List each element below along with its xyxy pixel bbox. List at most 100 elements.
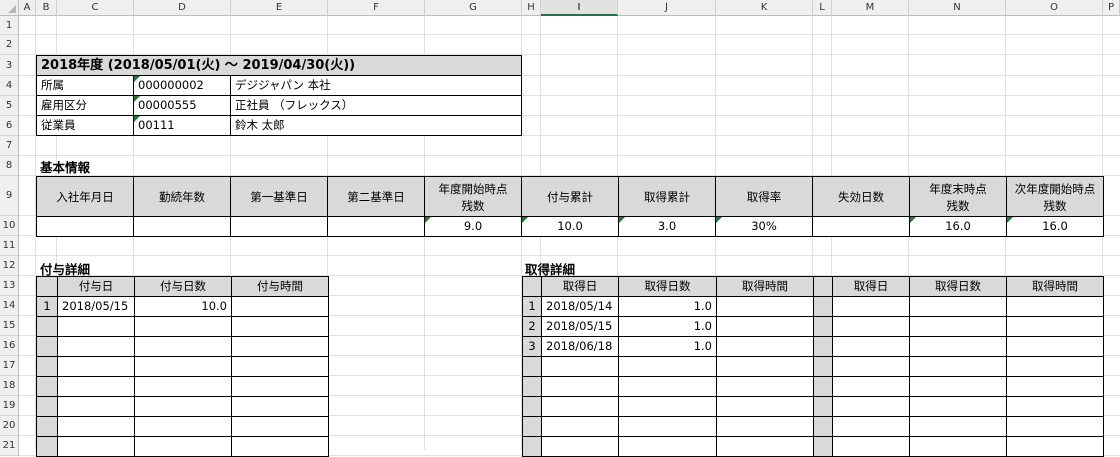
acquisition2-cell-days[interactable] — [909, 316, 1007, 337]
row-header-8[interactable]: 8 — [0, 156, 19, 176]
acquisition-cell-date[interactable]: 2018/06/18 — [541, 336, 619, 357]
row-header-11[interactable]: 11 — [0, 236, 19, 256]
period-value[interactable]: デジジャパン 本社 — [230, 75, 522, 96]
period-code[interactable]: 000000002 — [133, 75, 231, 96]
basic-info-value[interactable]: 16.0 — [1006, 216, 1104, 237]
acquisition2-cell-time[interactable] — [1006, 316, 1104, 337]
row-header-7[interactable]: 7 — [0, 136, 19, 156]
acquisition-cell-date[interactable] — [541, 356, 619, 377]
row-header-9[interactable]: 9 — [0, 176, 19, 216]
period-value[interactable]: 正社員 （フレックス） — [230, 95, 522, 116]
grant-cell-time[interactable] — [231, 356, 329, 377]
grant-cell-time[interactable] — [231, 296, 329, 317]
basic-info-value[interactable]: 16.0 — [909, 216, 1007, 237]
basic-info-value[interactable]: 30% — [715, 216, 813, 237]
acquisition-cell-date[interactable] — [541, 376, 619, 397]
select-all-corner[interactable] — [0, 0, 19, 16]
acquisition2-cell-date[interactable] — [832, 396, 910, 417]
basic-info-value[interactable] — [812, 216, 910, 237]
grant-cell-days[interactable] — [134, 436, 232, 457]
column-header-C[interactable]: C — [57, 0, 134, 16]
grant-cell-time[interactable] — [231, 316, 329, 337]
row-header-10[interactable]: 10 — [0, 216, 19, 236]
acquisition2-cell-date[interactable] — [832, 376, 910, 397]
acquisition2-cell-date[interactable] — [832, 436, 910, 457]
grant-cell-date[interactable] — [57, 376, 135, 397]
acquisition-cell-days[interactable] — [618, 436, 717, 457]
grant-cell-time[interactable] — [231, 416, 329, 437]
basic-info-value[interactable] — [133, 216, 231, 237]
column-header-K[interactable]: K — [716, 0, 813, 16]
acquisition2-cell-days[interactable] — [909, 376, 1007, 397]
period-code[interactable]: 00111 — [133, 115, 231, 136]
acquisition-cell-days[interactable] — [618, 396, 717, 417]
acquisition2-cell-days[interactable] — [909, 416, 1007, 437]
column-header-I[interactable]: I — [541, 0, 618, 16]
acquisition-cell-date[interactable] — [541, 416, 619, 437]
acquisition2-cell-time[interactable] — [1006, 436, 1104, 457]
row-header-18[interactable]: 18 — [0, 376, 19, 396]
column-header-E[interactable]: E — [231, 0, 328, 16]
grant-cell-days[interactable] — [134, 416, 232, 437]
column-header-M[interactable]: M — [832, 0, 909, 16]
acquisition-cell-date[interactable] — [541, 436, 619, 457]
grant-cell-date[interactable]: 2018/05/15 — [57, 296, 135, 317]
grant-cell-date[interactable] — [57, 396, 135, 417]
grant-cell-time[interactable] — [231, 336, 329, 357]
basic-info-value[interactable]: 9.0 — [424, 216, 522, 237]
acquisition-cell-days[interactable] — [618, 356, 717, 377]
acquisition-cell-days[interactable]: 1.0 — [618, 316, 717, 337]
acquisition2-cell-days[interactable] — [909, 396, 1007, 417]
basic-info-value[interactable]: 3.0 — [618, 216, 716, 237]
acquisition-cell-time[interactable] — [716, 336, 814, 357]
acquisition2-cell-days[interactable] — [909, 436, 1007, 457]
row-header-16[interactable]: 16 — [0, 336, 19, 356]
acquisition2-cell-time[interactable] — [1006, 376, 1104, 397]
row-header-21[interactable]: 21 — [0, 436, 19, 456]
basic-info-value[interactable] — [36, 216, 134, 237]
acquisition2-cell-time[interactable] — [1006, 336, 1104, 357]
column-header-L[interactable]: L — [813, 0, 832, 16]
acquisition-cell-time[interactable] — [716, 376, 814, 397]
acquisition-cell-time[interactable] — [716, 296, 814, 317]
acquisition2-cell-date[interactable] — [832, 416, 910, 437]
row-header-17[interactable]: 17 — [0, 356, 19, 376]
grant-cell-days[interactable] — [134, 316, 232, 337]
acquisition2-cell-days[interactable] — [909, 336, 1007, 357]
column-header-P[interactable]: P — [1103, 0, 1120, 16]
acquisition-cell-date[interactable] — [541, 396, 619, 417]
grant-cell-date[interactable] — [57, 316, 135, 337]
acquisition-cell-time[interactable] — [716, 396, 814, 417]
column-header-A[interactable]: A — [19, 0, 36, 16]
grant-cell-days[interactable] — [134, 396, 232, 417]
period-value[interactable]: 鈴木 太郎 — [230, 115, 522, 136]
row-header-15[interactable]: 15 — [0, 316, 19, 336]
grant-cell-days[interactable]: 10.0 — [134, 296, 232, 317]
row-header-12[interactable]: 12 — [0, 256, 19, 276]
grant-cell-date[interactable] — [57, 436, 135, 457]
acquisition2-cell-days[interactable] — [909, 356, 1007, 377]
acquisition-cell-time[interactable] — [716, 356, 814, 377]
grant-cell-days[interactable] — [134, 376, 232, 397]
acquisition2-cell-time[interactable] — [1006, 416, 1104, 437]
row-header-6[interactable]: 6 — [0, 116, 19, 136]
acquisition-cell-days[interactable]: 1.0 — [618, 336, 717, 357]
grant-cell-time[interactable] — [231, 436, 329, 457]
column-header-D[interactable]: D — [134, 0, 231, 16]
basic-info-value[interactable] — [230, 216, 328, 237]
row-header-13[interactable]: 13 — [0, 276, 19, 296]
acquisition-cell-date[interactable]: 2018/05/14 — [541, 296, 619, 317]
column-header-J[interactable]: J — [618, 0, 716, 16]
grant-cell-date[interactable] — [57, 416, 135, 437]
column-header-H[interactable]: H — [522, 0, 541, 16]
column-header-F[interactable]: F — [328, 0, 425, 16]
grant-cell-time[interactable] — [231, 396, 329, 417]
acquisition2-cell-date[interactable] — [832, 336, 910, 357]
acquisition-cell-date[interactable]: 2018/05/15 — [541, 316, 619, 337]
row-header-14[interactable]: 14 — [0, 296, 19, 316]
row-header-3[interactable]: 3 — [0, 55, 19, 76]
acquisition2-cell-date[interactable] — [832, 316, 910, 337]
row-header-19[interactable]: 19 — [0, 396, 19, 416]
period-code[interactable]: 00000555 — [133, 95, 231, 116]
column-header-B[interactable]: B — [36, 0, 57, 16]
